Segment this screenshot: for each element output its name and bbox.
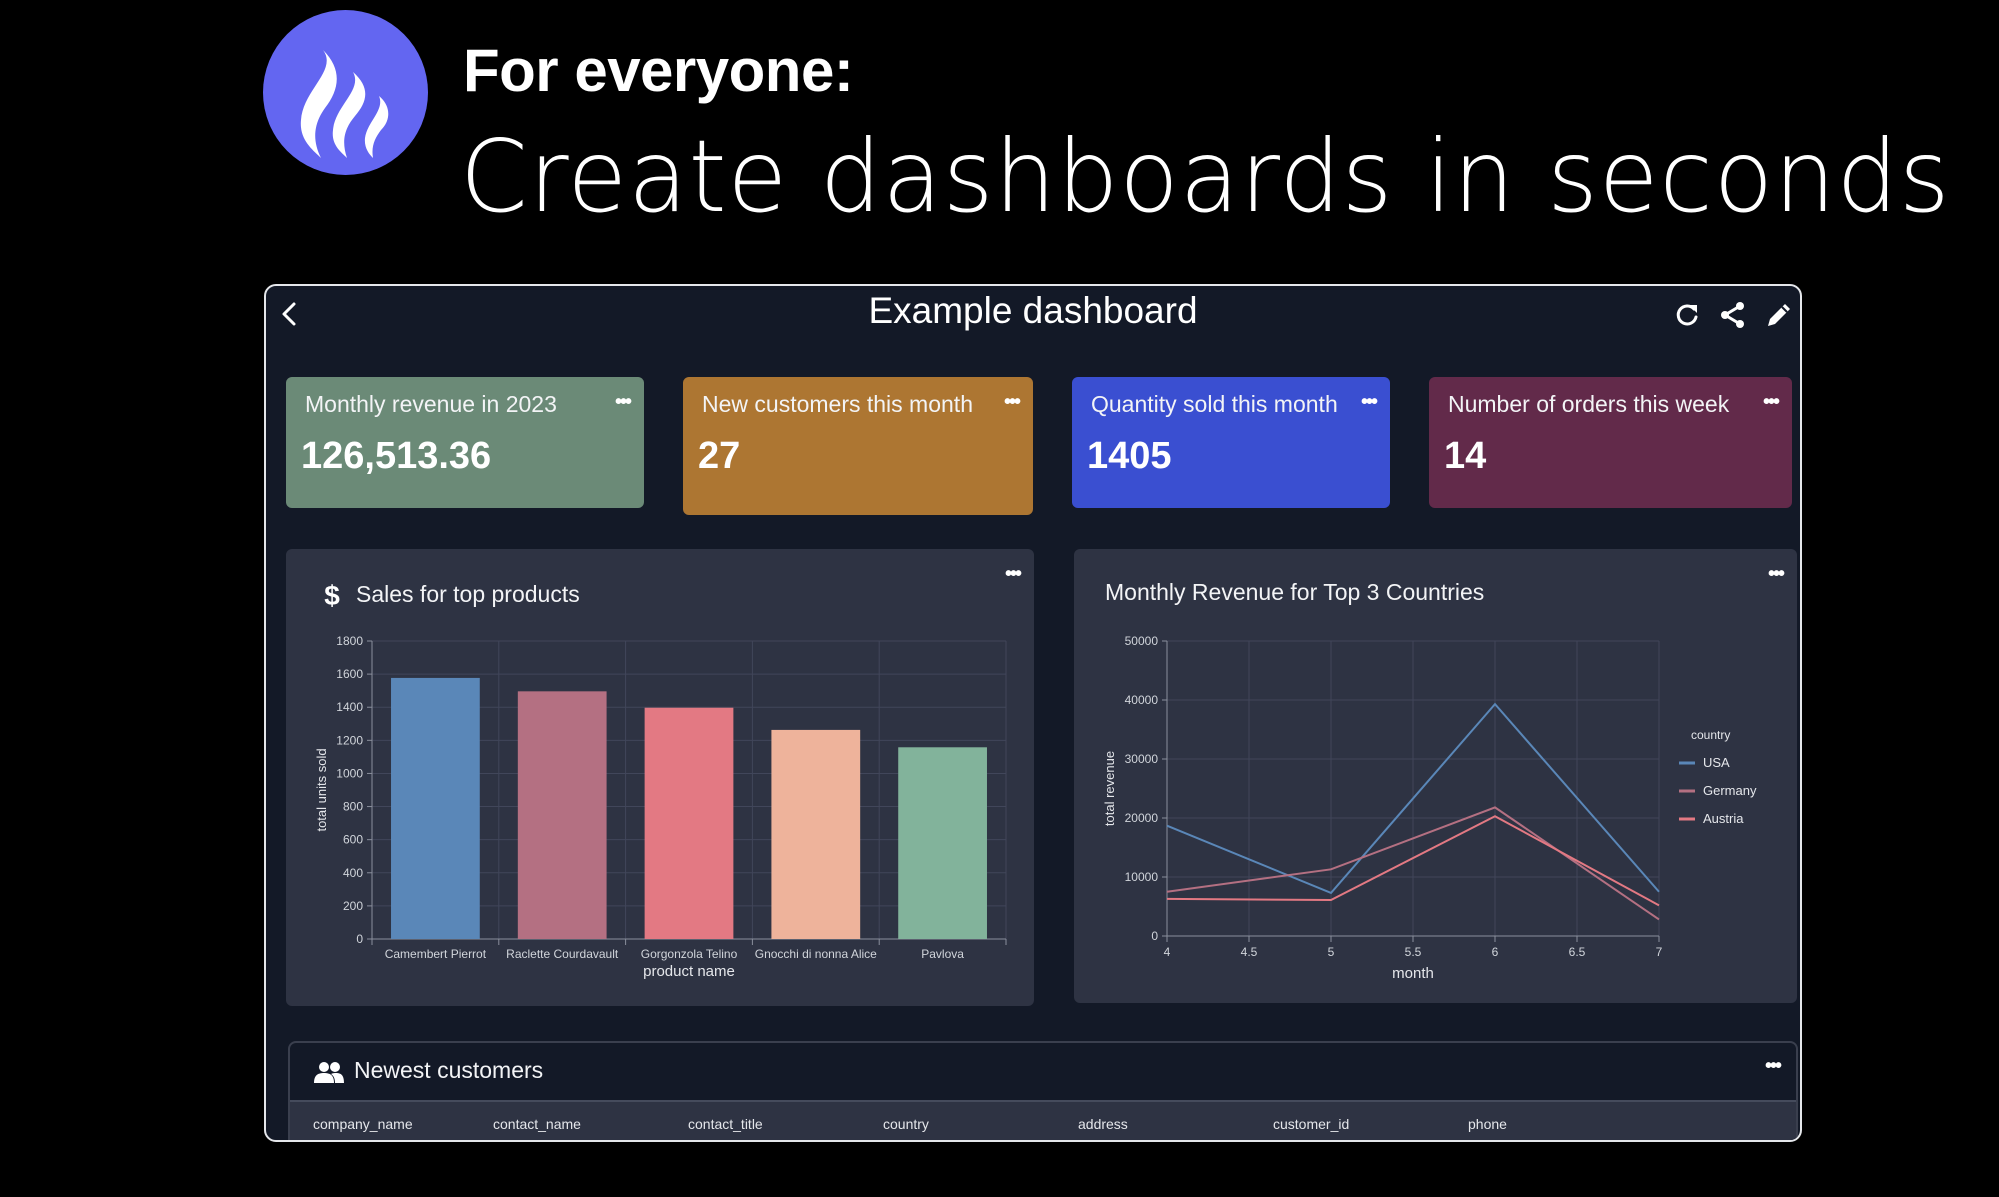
y-tick-label: 20000 (1125, 811, 1159, 825)
x-tick-label: 4.5 (1241, 945, 1258, 959)
x-tick-label: 5.5 (1405, 945, 1422, 959)
x-tick-label: Pavlova (921, 947, 964, 961)
x-tick-label: Raclette Courdavault (506, 947, 619, 961)
legend-title: country (1691, 728, 1730, 742)
x-tick-label: Gorgonzola Telino (641, 947, 738, 961)
dashboard-title: Example dashboard (868, 290, 1198, 331)
x-tick-label: 6.5 (1569, 945, 1586, 959)
flame-icon (300, 50, 389, 158)
more-options-icon[interactable]: ••• (1004, 391, 1021, 414)
bar-chart: 0 200 400 600 800 1000 1200 1400 1600 1800 Camembe… (314, 634, 1007, 980)
more-options-icon[interactable]: ••• (615, 391, 632, 414)
bar (391, 677, 480, 939)
dashboard-window: Example dashboard Monthly revenue in 202… (264, 284, 1802, 1142)
edit-button[interactable] (1764, 300, 1794, 330)
x-tick-label: 7 (1656, 945, 1663, 959)
kpi-label: New customers this month (702, 391, 973, 417)
column-header-phone[interactable]: phone (1468, 1116, 1507, 1132)
column-header-address[interactable]: address (1078, 1116, 1128, 1132)
y-tick-label: 1600 (336, 667, 363, 681)
y-tick-label: 50000 (1125, 634, 1159, 648)
kpi-card-orders-week[interactable]: Number of orders this week 14 ••• (1429, 377, 1792, 508)
bar (644, 707, 734, 939)
legend-label: Austria (1703, 811, 1744, 826)
bar-chart-panel: $ Sales for top products ••• 0 200 400 600 8… (286, 549, 1034, 1006)
y-tick-label: 30000 (1125, 752, 1159, 766)
column-header-customer-id[interactable]: customer_id (1273, 1116, 1349, 1132)
x-tick-label: Camembert Pierrot (385, 947, 487, 961)
edit-icon (1768, 304, 1790, 326)
hero-title: Create dashboards in seconds (460, 118, 1951, 235)
refresh-icon (1676, 304, 1698, 326)
dashboard-header: Example dashboard (266, 286, 1800, 346)
column-header-contact-title[interactable]: contact_title (688, 1116, 763, 1132)
kpi-value: 27 (698, 435, 741, 477)
y-tick-label: 400 (343, 866, 363, 880)
bar (517, 691, 607, 939)
legend-label: USA (1703, 755, 1730, 770)
y-tick-label: 0 (1151, 929, 1158, 943)
legend-label: Germany (1703, 783, 1757, 798)
customers-header: Newest customers ••• (290, 1043, 1796, 1099)
customers-title: Newest customers (354, 1057, 544, 1083)
kpi-value: 14 (1444, 435, 1487, 477)
newest-customers-panel: Newest customers ••• company_name contac… (288, 1041, 1798, 1140)
bar (771, 729, 861, 939)
y-axis-label: total units sold (314, 748, 329, 831)
refresh-button[interactable] (1672, 300, 1702, 330)
y-tick-label: 40000 (1125, 693, 1159, 707)
x-tick-label: 5 (1328, 945, 1335, 959)
y-tick-label: 600 (343, 833, 363, 847)
line-chart: 0 10000 20000 30000 40000 50000 4 4.5 5 5.5 6 6.5 7 m… (1102, 634, 1757, 982)
y-tick-label: 10000 (1125, 870, 1159, 884)
kpi-card-quantity-sold[interactable]: Quantity sold this month 1405 ••• (1072, 377, 1390, 508)
column-header-company-name[interactable]: company_name (313, 1116, 413, 1132)
kpi-card-new-customers[interactable]: New customers this month 27 ••• (683, 377, 1033, 515)
dashboard-actions (1672, 300, 1794, 330)
kpi-value: 126,513.36 (301, 435, 492, 477)
y-tick-label: 1800 (336, 634, 363, 648)
more-options-icon[interactable]: ••• (1763, 391, 1780, 414)
logo (263, 10, 428, 175)
line-chart-panel: Monthly Revenue for Top 3 Countries ••• … (1074, 549, 1797, 1003)
hero-kicker: For everyone: (463, 37, 854, 104)
share-icon (1721, 302, 1744, 328)
more-options-icon[interactable]: ••• (1361, 391, 1378, 414)
y-tick-label: 800 (343, 800, 363, 814)
x-axis-label: product name (643, 963, 735, 980)
y-tick-label: 200 (343, 899, 363, 913)
y-axis-label: total revenue (1102, 751, 1117, 826)
x-tick-label: Gnocchi di nonna Alice (755, 947, 877, 961)
column-header-contact-name[interactable]: contact_name (493, 1116, 581, 1132)
kpi-label: Monthly revenue in 2023 (305, 391, 557, 417)
x-axis-label: month (1392, 965, 1434, 982)
share-button[interactable] (1718, 300, 1748, 330)
x-tick-label: 4 (1164, 945, 1171, 959)
y-tick-label: 1000 (336, 766, 363, 780)
column-header-country[interactable]: country (883, 1116, 929, 1132)
more-options-icon[interactable]: ••• (1765, 1055, 1782, 1078)
kpi-value: 1405 (1087, 435, 1172, 477)
customers-table-header: company_name contact_name contact_title … (290, 1100, 1796, 1140)
y-tick-label: 1200 (336, 733, 363, 747)
y-tick-label: 0 (356, 932, 363, 946)
kpi-card-monthly-revenue[interactable]: Monthly revenue in 2023 126,513.36 ••• (286, 377, 644, 508)
users-icon (314, 1062, 344, 1083)
y-tick-label: 1400 (336, 700, 363, 714)
x-tick-label: 6 (1492, 945, 1499, 959)
bar (898, 747, 987, 939)
kpi-label: Quantity sold this month (1091, 391, 1338, 417)
kpi-label: Number of orders this week (1448, 391, 1730, 417)
